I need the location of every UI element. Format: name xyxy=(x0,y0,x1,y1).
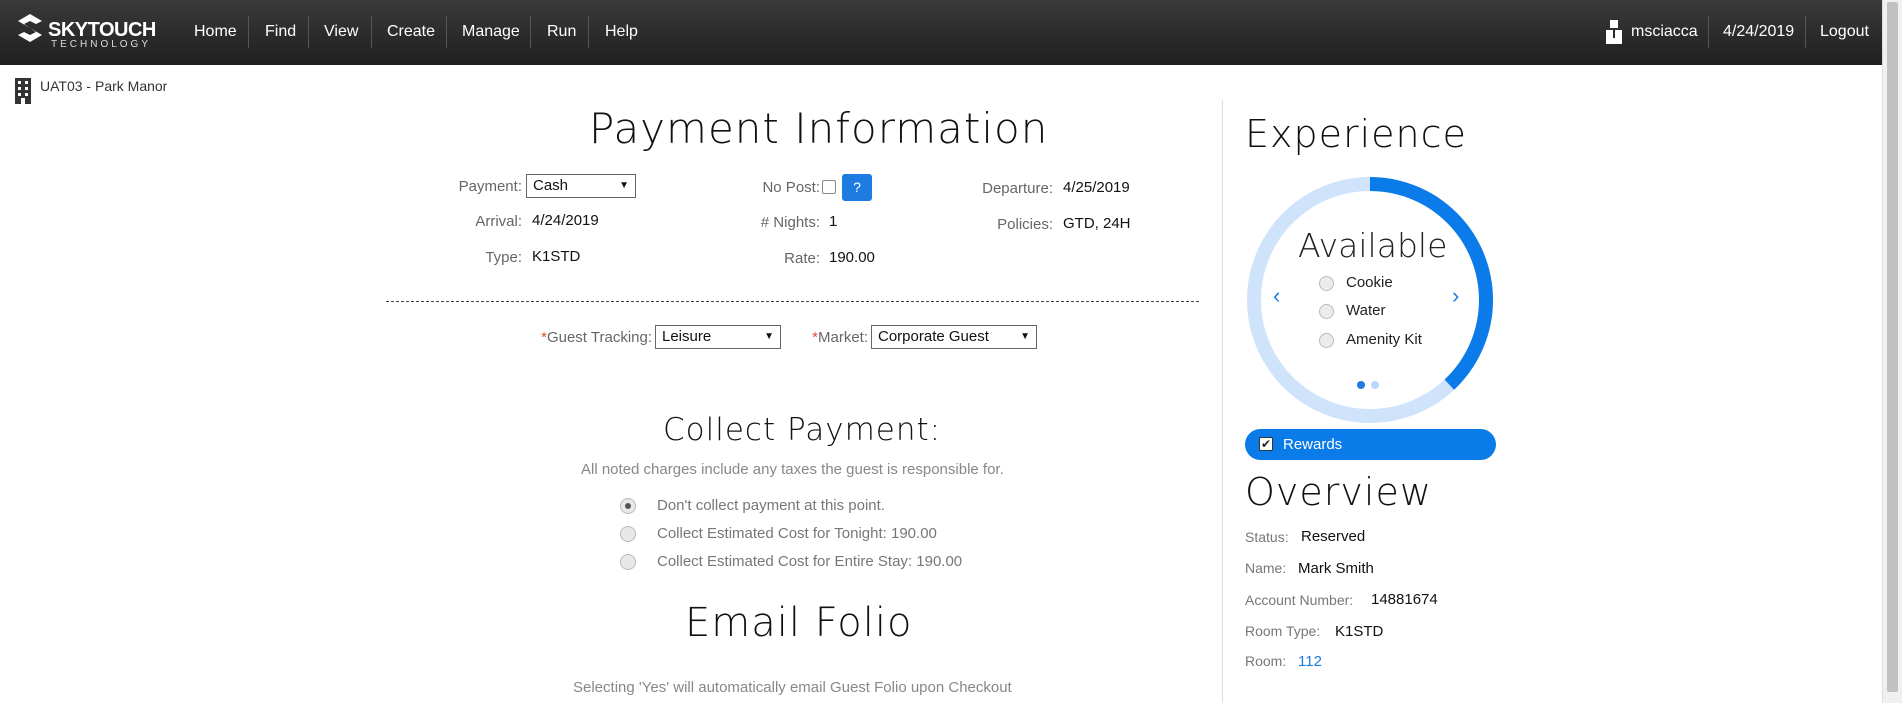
arrival-label: Arrival: xyxy=(475,213,522,230)
account-number-value: 14881674 xyxy=(1371,591,1438,608)
nights-value: 1 xyxy=(829,213,838,230)
room-type-label: Room Type: xyxy=(1245,623,1321,639)
type-label: Type: xyxy=(485,249,522,266)
room-number-link[interactable]: 112 xyxy=(1298,653,1322,670)
carousel-dot-active[interactable] xyxy=(1357,381,1365,389)
payment-information-title: Payment Information xyxy=(589,104,1049,153)
available-title: Available xyxy=(1298,226,1448,265)
nav-divider xyxy=(530,16,531,48)
hotel-name: UAT03 - Park Manor xyxy=(40,78,168,94)
dropdown-arrow-icon: ▼ xyxy=(764,331,774,342)
nav-home[interactable]: Home xyxy=(194,16,237,48)
chevron-right-icon[interactable]: › xyxy=(1452,283,1459,309)
column-divider xyxy=(1222,100,1223,703)
amenity-label-amenity-kit[interactable]: Amenity Kit xyxy=(1346,331,1422,348)
amenity-radio-cookie[interactable] xyxy=(1319,276,1334,291)
current-date: 4/24/2019 xyxy=(1723,23,1795,40)
building-icon xyxy=(15,78,31,104)
overview-title: Overview xyxy=(1245,470,1432,514)
market-value: Corporate Guest xyxy=(878,328,989,345)
nav-divider xyxy=(588,16,589,48)
type-value: K1STD xyxy=(532,248,581,265)
rewards-label: Rewards xyxy=(1283,436,1343,453)
rate-value: 190.00 xyxy=(829,249,875,266)
carousel-dot[interactable] xyxy=(1371,381,1379,389)
chevron-left-icon[interactable]: ‹ xyxy=(1273,283,1280,309)
amenity-radio-water[interactable] xyxy=(1319,304,1334,319)
amenity-radio-amenity-kit[interactable] xyxy=(1319,333,1334,348)
name-value: Mark Smith xyxy=(1298,560,1374,577)
no-post-checkbox[interactable] xyxy=(822,180,836,194)
vertical-scrollbar[interactable] xyxy=(1882,0,1902,703)
top-nav-bar: SKYTOUCH TECHNOLOGY Home Find View Creat… xyxy=(0,0,1882,65)
collect-payment-note: All noted charges include any taxes the … xyxy=(581,461,1004,478)
status-value: Reserved xyxy=(1301,528,1366,545)
radio-collect-entire-stay-label[interactable]: Collect Estimated Cost for Entire Stay: … xyxy=(657,553,962,570)
dropdown-arrow-icon: ▼ xyxy=(1020,331,1030,342)
nav-divider xyxy=(308,16,309,48)
radio-collect-entire-stay[interactable] xyxy=(620,554,636,570)
guest-tracking-label: *Guest Tracking: xyxy=(541,329,652,346)
nav-find[interactable]: Find xyxy=(265,16,296,48)
no-post-label: No Post: xyxy=(762,179,820,196)
no-post-help-button[interactable]: ? xyxy=(842,174,872,201)
logout-link[interactable]: Logout xyxy=(1820,16,1869,48)
departure-label: Departure: xyxy=(982,180,1053,197)
nav-divider xyxy=(1708,16,1709,48)
username-link[interactable]: msciacca xyxy=(1631,16,1698,48)
market-label: *Market: xyxy=(812,329,868,346)
amenity-label-cookie[interactable]: Cookie xyxy=(1346,274,1393,291)
status-label: Status: xyxy=(1245,529,1289,545)
account-number-label: Account Number: xyxy=(1245,592,1354,608)
amenity-label-water[interactable]: Water xyxy=(1346,302,1385,319)
section-divider xyxy=(386,301,1199,302)
nav-view[interactable]: View xyxy=(324,16,358,48)
nav-divider xyxy=(248,16,249,48)
rate-label: Rate: xyxy=(784,250,820,267)
experience-title: Experience xyxy=(1245,112,1467,156)
nav-run[interactable]: Run xyxy=(547,16,576,48)
skytouch-logo[interactable]: SKYTOUCH TECHNOLOGY xyxy=(14,12,164,52)
dropdown-arrow-icon: ▼ xyxy=(619,180,629,191)
payment-select[interactable]: Cash ▼ xyxy=(526,174,636,198)
email-folio-title: Email Folio xyxy=(685,600,913,646)
logo-subtitle: TECHNOLOGY xyxy=(51,39,152,50)
nav-create[interactable]: Create xyxy=(387,16,435,48)
policies-label: Policies: xyxy=(997,216,1053,233)
email-folio-note: Selecting 'Yes' will automatically email… xyxy=(573,679,1012,696)
nav-divider xyxy=(446,16,447,48)
policies-value: GTD, 24H xyxy=(1063,215,1131,232)
nav-divider xyxy=(371,16,372,48)
nav-manage[interactable]: Manage xyxy=(462,16,520,48)
payment-label: Payment: xyxy=(458,178,522,195)
room-label: Room: xyxy=(1245,653,1287,669)
radio-dont-collect[interactable] xyxy=(620,498,636,514)
radio-dont-collect-label[interactable]: Don't collect payment at this point. xyxy=(657,497,885,514)
collect-payment-title: Collect Payment: xyxy=(663,412,942,448)
skytouch-logo-icon xyxy=(18,14,42,42)
nav-divider xyxy=(1805,16,1806,48)
market-select[interactable]: Corporate Guest ▼ xyxy=(871,325,1037,349)
scrollbar-thumb[interactable] xyxy=(1887,2,1898,692)
name-label: Name: xyxy=(1245,560,1287,576)
departure-value: 4/25/2019 xyxy=(1063,179,1130,196)
rewards-checkbox[interactable]: ✔ xyxy=(1259,437,1273,451)
arrival-value: 4/24/2019 xyxy=(532,212,599,229)
radio-collect-tonight-label[interactable]: Collect Estimated Cost for Tonight: 190.… xyxy=(657,525,937,542)
user-icon xyxy=(1606,20,1622,44)
room-type-value: K1STD xyxy=(1335,623,1384,640)
nav-help[interactable]: Help xyxy=(605,16,638,48)
radio-collect-tonight[interactable] xyxy=(620,526,636,542)
rewards-toggle[interactable]: ✔ Rewards xyxy=(1245,429,1496,460)
nights-label: # Nights: xyxy=(760,214,820,231)
guest-tracking-value: Leisure xyxy=(662,328,712,345)
guest-tracking-select[interactable]: Leisure ▼ xyxy=(655,325,781,349)
payment-select-value: Cash xyxy=(533,177,569,194)
